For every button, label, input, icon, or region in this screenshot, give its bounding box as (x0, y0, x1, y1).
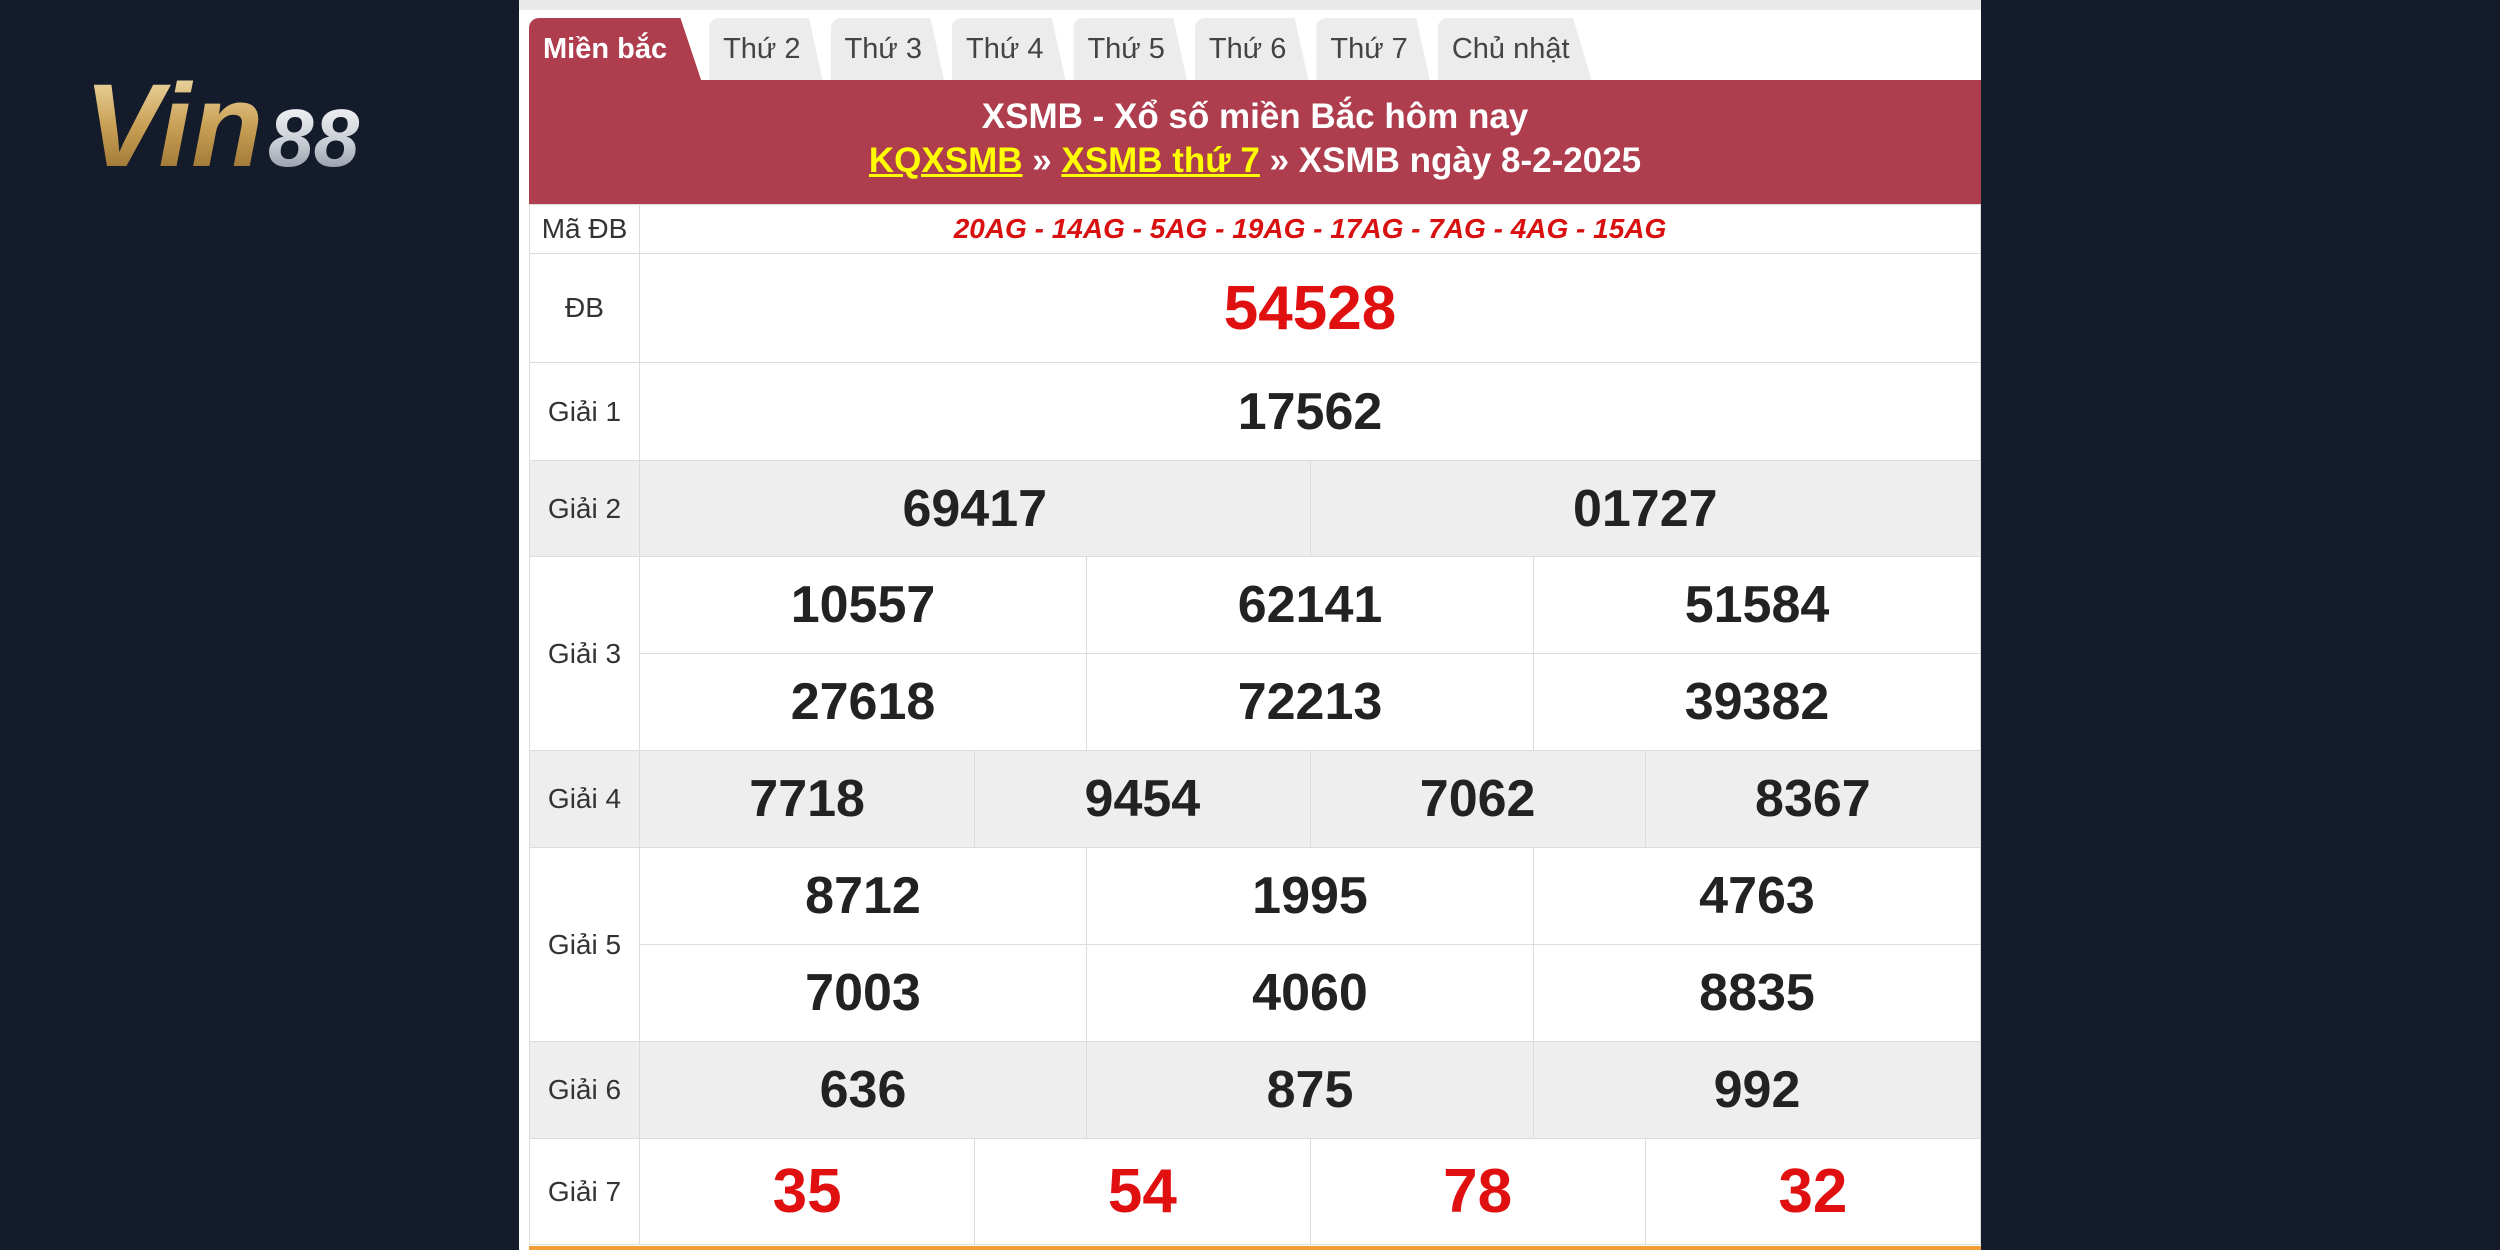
table-row-giai-3b: 27618 72213 39382 (530, 653, 1981, 751)
breadcrumb-separator: » (1022, 141, 1062, 180)
ma-db-codes: 20AG - 14AG - 5AG - 19AG - 17AG - 7AG - … (639, 204, 1981, 254)
prize-number: 875 (1086, 1041, 1534, 1139)
tab-thu-6[interactable]: Thứ 6 (1194, 18, 1309, 80)
table-row-giai-6: Giải 6 636 875 992 (529, 1041, 1981, 1139)
day-tabs: Miền bắc Thứ 2 Thứ 3 Thứ 4 Thứ 5 Thứ 6 T… (529, 12, 1981, 80)
row-label: Giải 4 (529, 750, 640, 848)
prize-number: 32 (1644, 1138, 1982, 1245)
row-label: ĐB (529, 253, 640, 363)
breadcrumb-link-kqxsmb[interactable]: KQXSMB (869, 141, 1023, 180)
prize-number: 4763 (1533, 847, 1981, 945)
row-label: Giải 5 (529, 847, 640, 1042)
table-row-giai-4: Giải 4 7718 9454 7062 8367 (529, 750, 1982, 848)
tab-mien-bac[interactable]: Miền bắc (529, 18, 702, 80)
tab-chu-nhat[interactable]: Chủ nhật (1437, 18, 1592, 80)
row-label: Giải 7 (529, 1138, 640, 1245)
breadcrumb-current: » XSMB ngày 8-2-2025 (1259, 141, 1642, 180)
prize-number: 69417 (639, 460, 1311, 557)
breadcrumb-link-xsmb-thu-7[interactable]: XSMB thứ 7 (1061, 141, 1259, 180)
prize-number: 01727 (1309, 460, 1981, 557)
prize-number: 62141 (1086, 556, 1534, 654)
logo-vin-text: Vin (84, 60, 263, 188)
table-row-giai-3: Giải 3 10557 62141 51584 (529, 556, 1981, 751)
row-label: Giải 3 (529, 556, 640, 751)
breadcrumb: KQXSMB » XSMB thứ 7 » XSMB ngày 8-2-2025 (529, 141, 1981, 181)
prize-number: 51584 (1533, 556, 1981, 654)
table-row-giai-2: Giải 2 69417 01727 (529, 460, 1981, 557)
logo-88-text: 88 (268, 93, 360, 184)
tab-thu-4[interactable]: Thứ 4 (952, 18, 1066, 80)
results-table: Mã ĐB 20AG - 14AG - 5AG - 19AG - 17AG - … (529, 204, 1982, 1245)
prize-number: 10557 (639, 556, 1087, 654)
logo-graphic: Vin 88 (84, 60, 360, 192)
panel-top-divider (519, 0, 1981, 10)
prize-number: 78 (1309, 1138, 1646, 1245)
page-title: XSMB - Xổ số miền Bắc hôm nay (981, 97, 1529, 136)
prize-number: 7062 (1309, 750, 1646, 848)
row-label: Giải 2 (529, 460, 640, 557)
prize-number: 7003 (639, 944, 1087, 1042)
prize-number: 992 (1533, 1041, 1981, 1139)
table-row-giai-5: Giải 5 8712 1995 4763 (529, 847, 1981, 1042)
tab-thu-3[interactable]: Thứ 3 (830, 18, 944, 80)
results-header: XSMB - Xổ số miền Bắc hôm nay KQXSMB » X… (529, 80, 1981, 204)
prize-number: 1995 (1086, 847, 1534, 945)
prize-number: 8367 (1644, 750, 1982, 848)
prize-number: 72213 (1086, 653, 1534, 751)
vin88-logo[interactable]: Vin 88 (80, 58, 450, 192)
prize-number: 27618 (639, 653, 1087, 751)
prize-number: 7718 (638, 750, 976, 848)
prize-number: 636 (639, 1041, 1087, 1139)
table-row-giai-1: Giải 1 17562 (529, 362, 1981, 461)
row-label: Giải 6 (529, 1041, 640, 1139)
tab-thu-5[interactable]: Thứ 5 (1073, 18, 1187, 80)
panel-bottom-accent (529, 1246, 1981, 1250)
prize-number: 4060 (1086, 944, 1534, 1042)
prize-number: 9454 (974, 750, 1311, 848)
table-row-db: ĐB 54528 (529, 253, 1981, 363)
table-row-ma-db: Mã ĐB 20AG - 14AG - 5AG - 19AG - 17AG - … (529, 204, 1981, 254)
prize-number: 35 (638, 1138, 976, 1245)
prize-number: 17562 (639, 362, 1981, 461)
prize-number: 54528 (639, 253, 1981, 363)
prize-number: 39382 (1533, 653, 1981, 751)
row-label: Giải 1 (529, 362, 640, 461)
results-panel: Miền bắc Thứ 2 Thứ 3 Thứ 4 Thứ 5 Thứ 6 T… (519, 0, 1982, 1250)
table-row-giai-5b: 7003 4060 8835 (530, 944, 1981, 1042)
table-row-giai-7: Giải 7 35 54 78 32 (529, 1138, 1982, 1245)
row-label: Mã ĐB (529, 204, 640, 254)
tab-thu-2[interactable]: Thứ 2 (709, 18, 823, 80)
prize-number: 8712 (639, 847, 1087, 945)
prize-number: 54 (974, 1138, 1311, 1245)
tab-thu-7[interactable]: Thứ 7 (1316, 18, 1430, 80)
prize-number: 8835 (1533, 944, 1981, 1042)
